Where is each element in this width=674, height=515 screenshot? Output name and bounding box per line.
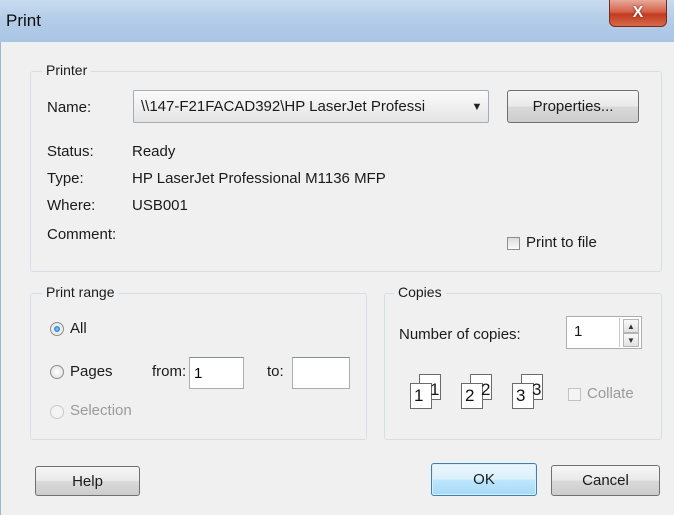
close-icon: X [632,4,644,21]
cancel-button-label: Cancel [582,472,629,489]
properties-button-label: Properties... [532,98,614,115]
selection-radio [50,405,64,419]
copies-group-label: Copies [394,284,446,300]
collate-page-icon: 1 [410,383,432,409]
copies-spinner[interactable]: 1 ▲ ▼ [566,316,642,349]
copies-value: 1 [574,323,583,340]
ok-button[interactable]: OK [431,463,537,496]
spinner-buttons: ▲ ▼ [619,318,641,347]
window-title: Print [6,11,41,30]
cancel-button[interactable]: Cancel [551,465,660,496]
status-label: Status: [47,143,94,160]
printer-name-label: Name: [47,99,92,116]
collate-page-icon: 2 [461,383,483,409]
collate-page-number: 3 [532,380,542,399]
spin-up-icon[interactable]: ▲ [623,319,639,333]
where-label: Where: [47,197,96,214]
print-to-file-checkbox[interactable] [507,237,520,250]
number-of-copies-label: Number of copies: [399,326,521,343]
all-radio[interactable] [50,322,64,336]
pages-label[interactable]: Pages [70,363,113,380]
selection-label: Selection [70,402,132,419]
properties-button[interactable]: Properties... [507,90,639,123]
all-label[interactable]: All [70,320,87,337]
help-button-label: Help [72,472,103,490]
status-value: Ready [132,143,176,160]
chevron-down-icon: ▼ [471,100,483,113]
comment-label: Comment: [47,226,117,243]
ok-button-label: OK [473,471,495,488]
printer-name-select[interactable]: \\147-F21FACAD392\HP LaserJet Professi ▼ [133,90,489,123]
collate-label: Collate [587,385,634,402]
print-to-file-label[interactable]: Print to file [526,234,597,251]
help-button[interactable]: Help [35,466,140,496]
pages-from-label: from: [152,363,187,380]
collate-page-number: 1 [430,380,440,399]
spin-down-icon[interactable]: ▼ [623,333,639,347]
collate-page-icon: 3 [512,383,534,409]
printer-group-label: Printer [42,62,92,78]
where-value: USB001 [132,197,188,214]
printer-name-value: \\147-F21FACAD392\HP LaserJet Professi [141,98,426,115]
pages-from-input[interactable] [189,357,244,389]
title-bar: Print X [0,0,674,43]
type-value: HP LaserJet Professional M1136 MFP [132,170,386,187]
type-label: Type: [47,170,84,187]
print-range-group-label: Print range [42,284,119,300]
pages-radio[interactable] [50,365,64,379]
collate-page-number: 2 [481,380,491,399]
close-button[interactable]: X [609,0,667,27]
pages-to-input[interactable] [292,357,350,389]
collate-checkbox [568,388,581,401]
pages-to-label: to: [267,363,284,380]
